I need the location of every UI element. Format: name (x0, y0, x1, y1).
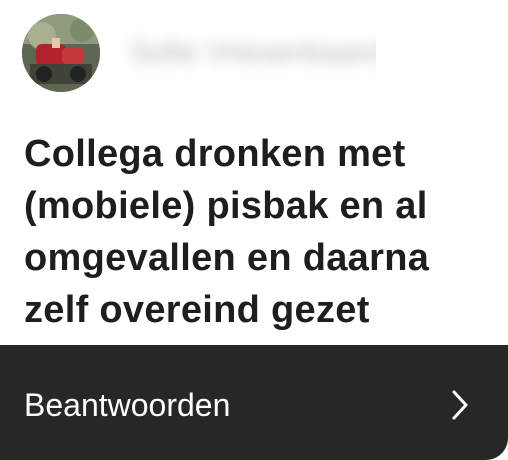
username[interactable]: Sofie Vriesenbaard (116, 30, 376, 76)
reply-button[interactable]: Beantwoorden (0, 345, 508, 460)
question-text[interactable]: Collega dronken met (mobiele) pisbak en … (24, 128, 494, 336)
reply-button-label: Beantwoorden (24, 387, 231, 423)
question-card: Sofie Vriesenbaard Collega dronken met (… (0, 0, 508, 460)
card-header: Sofie Vriesenbaard (0, 0, 508, 110)
username-text: Sofie Vriesenbaard (130, 36, 376, 69)
avatar[interactable] (22, 14, 100, 92)
avatar-photo (22, 14, 100, 92)
chevron-right-icon (446, 389, 474, 421)
